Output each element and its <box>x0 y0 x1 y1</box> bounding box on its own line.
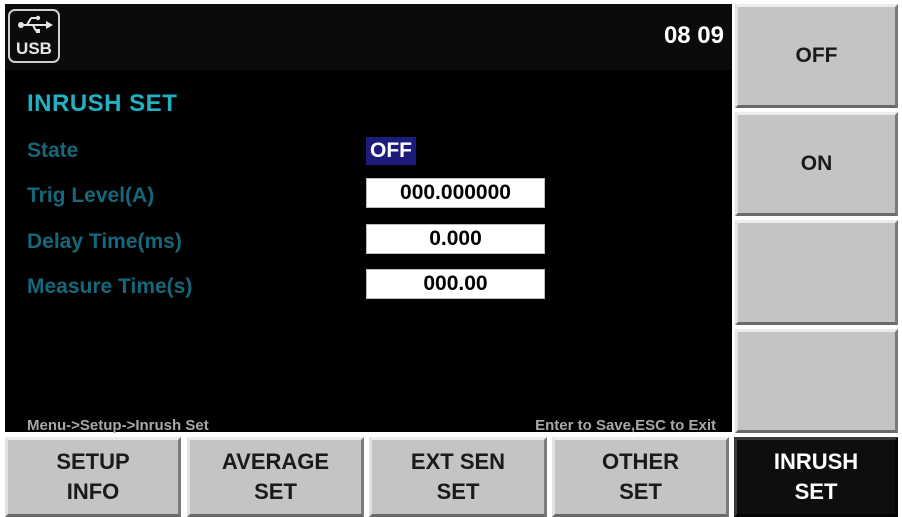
trig-level-label: Trig Level(A) <box>27 184 155 207</box>
breadcrumb: Menu->Setup->Inrush Set <box>27 417 209 434</box>
delay-time-label: Delay Time(ms) <box>27 230 182 253</box>
softkey-setup-info-line2: INFO <box>66 479 120 504</box>
instrument-screen: USB 08 09 INRUSH SET State OFF Trig Leve… <box>0 0 902 517</box>
clock-display: 08 09 <box>663 22 724 49</box>
softkey-inrush-set-line1: INRUSH <box>773 449 859 474</box>
softkey-other-set[interactable]: OTHER SET <box>552 437 729 517</box>
softkey-setup-info-line1: SETUP <box>56 449 130 474</box>
trig-level-field[interactable]: 000.000000 <box>366 178 545 208</box>
page-title: INRUSH SET <box>27 90 178 117</box>
state-value[interactable]: OFF <box>366 137 416 165</box>
help-hint: Enter to Save,ESC to Exit <box>535 417 716 434</box>
delay-time-field[interactable]: 0.000 <box>366 224 545 254</box>
status-bar: USB 08 09 <box>5 4 732 70</box>
softkey-on[interactable]: ON <box>735 112 898 216</box>
softkey-inrush-set[interactable]: INRUSH SET <box>734 437 898 517</box>
softkey-inrush-set-line2: SET <box>794 479 838 504</box>
measure-time-field[interactable]: 000.00 <box>366 269 545 299</box>
softkey-ext-sen-set[interactable]: EXT SEN SET <box>369 437 547 517</box>
softkey-blank-4[interactable] <box>735 329 898 433</box>
softkey-ext-sen-set-line2: SET <box>436 479 480 504</box>
softkey-ext-sen-set-line1: EXT SEN <box>410 449 506 474</box>
softkey-average-set-line1: AVERAGE <box>221 449 330 474</box>
usb-label: USB <box>16 39 52 58</box>
softkey-on-label: ON <box>800 152 833 175</box>
usb-icon: USB <box>8 9 60 63</box>
softkey-other-set-line1: OTHER <box>602 449 679 474</box>
softkey-other-set-line2: SET <box>619 479 662 504</box>
main-display: USB 08 09 INRUSH SET State OFF Trig Leve… <box>5 4 732 434</box>
softkey-blank-3[interactable] <box>735 220 898 325</box>
softkey-off[interactable]: OFF <box>735 4 898 108</box>
softkey-average-set[interactable]: AVERAGE SET <box>187 437 364 517</box>
state-label: State <box>27 139 79 162</box>
softkey-off-label: OFF <box>795 44 838 67</box>
measure-time-label: Measure Time(s) <box>27 275 193 298</box>
softkey-average-set-line2: SET <box>254 479 297 504</box>
softkey-setup-info[interactable]: SETUP INFO <box>5 437 181 517</box>
